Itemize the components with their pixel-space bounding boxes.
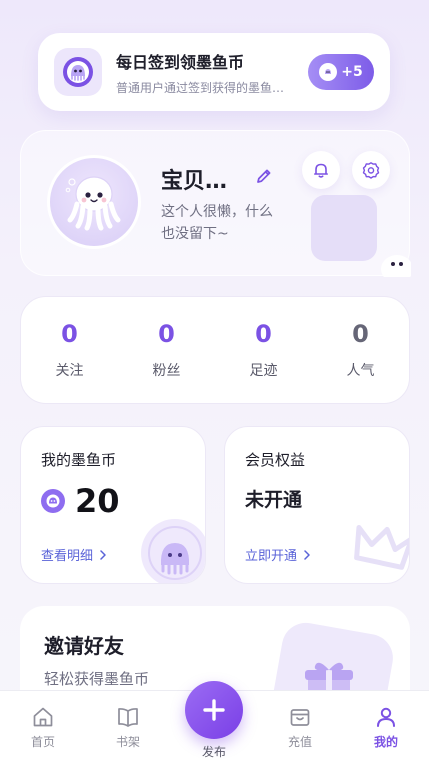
stat-value: 0	[352, 320, 369, 348]
home-icon	[33, 707, 53, 727]
activate-label: 立即开通	[245, 549, 298, 564]
chevron-right-icon	[100, 549, 106, 560]
publish-button[interactable]	[185, 681, 243, 739]
signin-title: 每日签到领墨鱼币	[116, 52, 245, 72]
stat-label: 人气	[346, 363, 375, 379]
nav-recharge-label: 充值	[287, 735, 312, 749]
edit-pencil-icon[interactable]	[255, 167, 273, 189]
gear-icon	[362, 162, 380, 179]
nav-home[interactable]: 首页	[13, 705, 73, 750]
invite-title: 邀请好友	[44, 634, 124, 658]
coin-icon	[319, 63, 338, 81]
signin-reward-button[interactable]: +5	[308, 54, 374, 90]
invite-subtitle: 轻松获得墨鱼币	[44, 670, 150, 688]
stat-popularity[interactable]: 0 人气	[312, 320, 409, 380]
membership-status: 未开通	[245, 489, 303, 511]
stats-card: 0 关注 0 粉丝 0 足迹 0 人气	[20, 296, 410, 404]
peeking-mascot-icon	[373, 249, 411, 277]
avatar[interactable]	[47, 155, 141, 249]
daily-signin-banner[interactable]: 每日签到领墨鱼币 普通用户通过签到获得的墨鱼… +5	[38, 33, 390, 111]
view-details-label: 查看明细	[41, 549, 94, 564]
book-icon	[118, 708, 138, 727]
membership-title: 会员权益	[245, 451, 306, 469]
crown-icon	[354, 525, 409, 570]
stat-label: 足迹	[249, 363, 278, 379]
bottom-navigation: 首页 书架 发布 充值 我的	[0, 681, 429, 762]
stat-footprints[interactable]: 0 足迹	[215, 320, 312, 380]
view-details-link[interactable]: 查看明细	[41, 545, 107, 564]
signin-subtitle: 普通用户通过签到获得的墨鱼…	[116, 80, 285, 95]
decor-square	[311, 195, 377, 261]
profile-bio: 这个人很懒，什么也没留下~	[161, 204, 273, 242]
stat-followers[interactable]: 0 粉丝	[118, 320, 215, 380]
coin-mascot-decor-icon	[141, 519, 205, 583]
stat-value: 0	[61, 320, 78, 348]
user-icon	[377, 707, 395, 727]
profile-card: 宝贝… 这个人很懒，什么也没留下~	[20, 130, 411, 277]
notification-button[interactable]	[302, 151, 340, 189]
publish-label: 发布	[201, 745, 226, 759]
activate-membership-link[interactable]: 立即开通	[245, 545, 311, 564]
nav-mine[interactable]: 我的	[356, 705, 416, 750]
stat-value: 0	[158, 320, 175, 348]
coins-title: 我的墨鱼币	[41, 451, 117, 469]
stat-value: 0	[255, 320, 272, 348]
settings-button[interactable]	[352, 151, 390, 189]
profile-name: 宝贝…	[161, 169, 228, 194]
coin-balance: 20	[75, 482, 120, 520]
membership-card[interactable]: 会员权益 未开通 立即开通	[224, 426, 410, 584]
mascot-icon	[54, 48, 102, 96]
plus-icon	[203, 699, 225, 721]
nav-mine-label: 我的	[373, 735, 398, 749]
nav-home-label: 首页	[30, 735, 55, 749]
octopus-mascot-icon	[65, 176, 121, 231]
coins-card[interactable]: 我的墨鱼币 20 查看明细	[20, 426, 206, 584]
signin-reward-amount: +5	[341, 64, 363, 80]
wallet-icon	[290, 709, 310, 726]
chevron-right-icon	[304, 549, 310, 560]
coin-icon	[41, 489, 65, 513]
nav-bookshelf[interactable]: 书架	[98, 705, 158, 750]
stat-label: 关注	[55, 363, 84, 379]
stat-label: 粉丝	[152, 363, 181, 379]
nav-bookshelf-label: 书架	[115, 735, 140, 749]
nav-recharge[interactable]: 充值	[270, 705, 330, 750]
stat-following[interactable]: 0 关注	[21, 320, 118, 380]
bell-icon	[314, 163, 328, 178]
